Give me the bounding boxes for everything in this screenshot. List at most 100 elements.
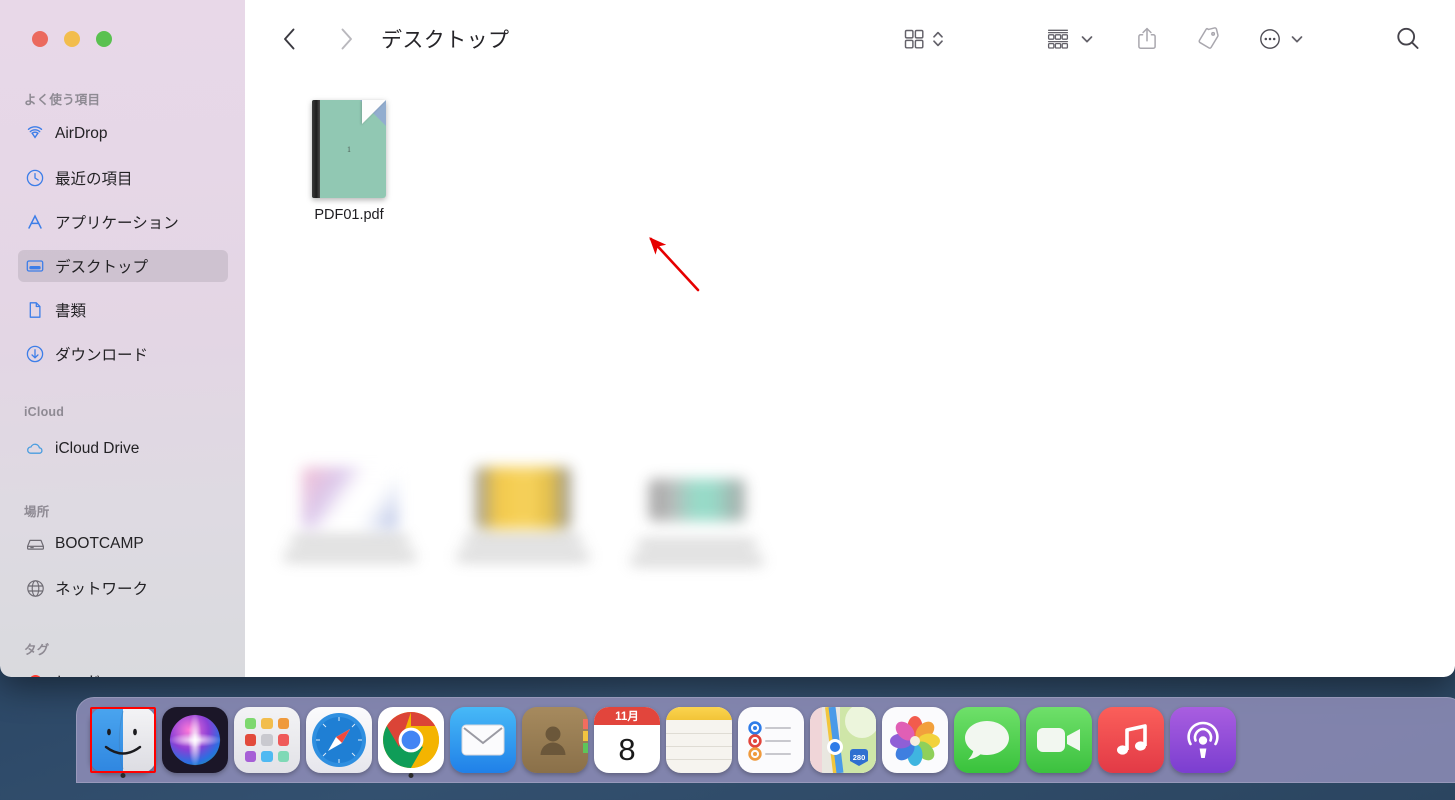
pdf-page-number: 1 — [347, 145, 351, 155]
sidebar-item-label: iCloud Drive — [55, 440, 140, 457]
red-tag-dot-icon — [24, 670, 46, 677]
sidebar-item-label: AirDrop — [55, 125, 108, 142]
annotation-arrow — [649, 237, 700, 292]
notes-icon — [666, 707, 732, 773]
document-icon — [24, 299, 46, 321]
blurred-label-line — [457, 552, 589, 561]
finder-window: よく使う項目 AirDrop 最近の項目 アプリケーション デスクトップ 書類 … — [0, 0, 1455, 677]
blurred-file-item[interactable] — [609, 467, 785, 565]
sidebar-item-tag-red[interactable]: レッド — [18, 665, 228, 677]
calendar-icon: 11月 8 — [594, 707, 660, 773]
blurred-label-line — [284, 552, 416, 561]
file-name-label: PDF01.pdf — [314, 207, 384, 223]
finder-content-pane: デスクトップ 1 PDF01.pdf — [245, 0, 1455, 677]
dock-item-contacts[interactable] — [519, 697, 591, 783]
pdf-file-icon: 1 — [312, 100, 386, 198]
group-by-button[interactable] — [1044, 20, 1096, 58]
launchpad-icon — [234, 707, 300, 773]
messages-icon — [954, 707, 1020, 773]
view-mode-button[interactable] — [901, 20, 946, 58]
dock-item-mail[interactable] — [447, 697, 519, 783]
running-indicator-dot — [408, 773, 414, 778]
blurred-thumbnail — [475, 467, 571, 529]
dock: 11月 8 280 — [76, 697, 1455, 783]
sidebar-item-documents[interactable]: 書類 — [18, 294, 228, 326]
dock-item-chrome[interactable] — [375, 697, 447, 783]
sidebar-item-applications[interactable]: アプリケーション — [18, 206, 228, 238]
desktop-icon — [24, 255, 46, 277]
file-item-pdf01[interactable]: 1 PDF01.pdf — [279, 100, 419, 223]
sidebar-item-label: BOOTCAMP — [55, 535, 144, 552]
blurred-file-item[interactable] — [262, 467, 438, 561]
dock-item-safari[interactable] — [303, 697, 375, 783]
sidebar-item-network[interactable]: ネットワーク — [18, 572, 228, 604]
sidebar-item-label: 書類 — [55, 303, 87, 320]
chevron-down-icon — [1291, 36, 1303, 43]
forward-button[interactable] — [329, 22, 363, 56]
chrome-icon — [378, 707, 444, 773]
facetime-icon — [1026, 707, 1092, 773]
maps-icon: 280 — [810, 707, 876, 773]
podcasts-icon — [1170, 707, 1236, 773]
dock-item-notes[interactable] — [663, 697, 735, 783]
tag-button[interactable] — [1195, 20, 1223, 58]
dock-item-facetime[interactable] — [1023, 697, 1095, 783]
harddisk-icon — [24, 533, 46, 555]
running-indicator-dot — [120, 773, 126, 778]
minimize-window-button[interactable] — [64, 31, 80, 47]
sidebar-item-label: 最近の項目 — [55, 171, 133, 188]
finder-selection-highlight — [90, 707, 156, 773]
dock-item-reminders[interactable] — [735, 697, 807, 783]
blurred-label-line — [631, 556, 763, 565]
sidebar-item-label: アプリケーション — [55, 215, 179, 232]
finder-sidebar: よく使う項目 AirDrop 最近の項目 アプリケーション デスクトップ 書類 … — [0, 0, 245, 677]
sidebar-section-favorites-header: よく使う項目 — [24, 93, 101, 107]
calendar-day-label: 8 — [618, 731, 636, 767]
more-actions-button[interactable] — [1257, 20, 1306, 58]
sidebar-item-desktop[interactable]: デスクトップ — [18, 250, 228, 282]
dock-item-finder[interactable] — [87, 697, 159, 783]
download-icon — [24, 343, 46, 365]
dock-item-podcasts[interactable] — [1167, 697, 1239, 783]
blurred-file-item[interactable] — [435, 467, 611, 561]
sidebar-item-label: ネットワーク — [55, 581, 149, 598]
sidebar-item-downloads[interactable]: ダウンロード — [18, 338, 228, 370]
sidebar-item-label: レッド — [55, 670, 102, 677]
blurred-label-line — [291, 536, 409, 545]
cloud-icon — [24, 438, 46, 460]
globe-icon — [24, 577, 46, 599]
dock-item-siri[interactable] — [159, 697, 231, 783]
photos-icon — [882, 707, 948, 773]
airdrop-icon — [24, 123, 46, 145]
music-icon — [1098, 707, 1164, 773]
chevron-down-icon — [1081, 36, 1093, 43]
blurred-thumbnail — [302, 467, 398, 529]
page-title: デスクトップ — [381, 29, 510, 52]
dock-item-calendar[interactable]: 11月 8 — [591, 697, 663, 783]
sidebar-item-airdrop[interactable]: AirDrop — [18, 118, 228, 150]
search-button[interactable] — [1393, 20, 1423, 58]
maximize-window-button[interactable] — [96, 31, 112, 47]
close-window-button[interactable] — [32, 31, 48, 47]
sidebar-item-bootcamp[interactable]: BOOTCAMP — [18, 528, 228, 560]
sidebar-section-icloud-header: iCloud — [24, 405, 65, 419]
dock-item-launchpad[interactable] — [231, 697, 303, 783]
dock-item-photos[interactable] — [879, 697, 951, 783]
sidebar-item-label: デスクトップ — [55, 259, 149, 276]
maps-shield-number: 280 — [853, 753, 866, 762]
dock-item-music[interactable] — [1095, 697, 1167, 783]
sidebar-section-locations-header: 場所 — [24, 505, 50, 519]
blurred-label-line — [638, 540, 756, 549]
reminders-icon — [738, 707, 804, 773]
sidebar-item-icloud-drive[interactable]: iCloud Drive — [18, 433, 228, 465]
clock-icon — [24, 167, 46, 189]
share-button[interactable] — [1134, 20, 1160, 58]
back-button[interactable] — [273, 22, 307, 56]
blurred-thumbnail — [649, 479, 745, 521]
contacts-icon — [522, 707, 588, 773]
sidebar-item-recents[interactable]: 最近の項目 — [18, 162, 228, 194]
calendar-month-label: 11月 — [594, 707, 660, 725]
finder-toolbar: デスクトップ — [245, 0, 1455, 78]
dock-item-maps[interactable]: 280 — [807, 697, 879, 783]
dock-item-messages[interactable] — [951, 697, 1023, 783]
